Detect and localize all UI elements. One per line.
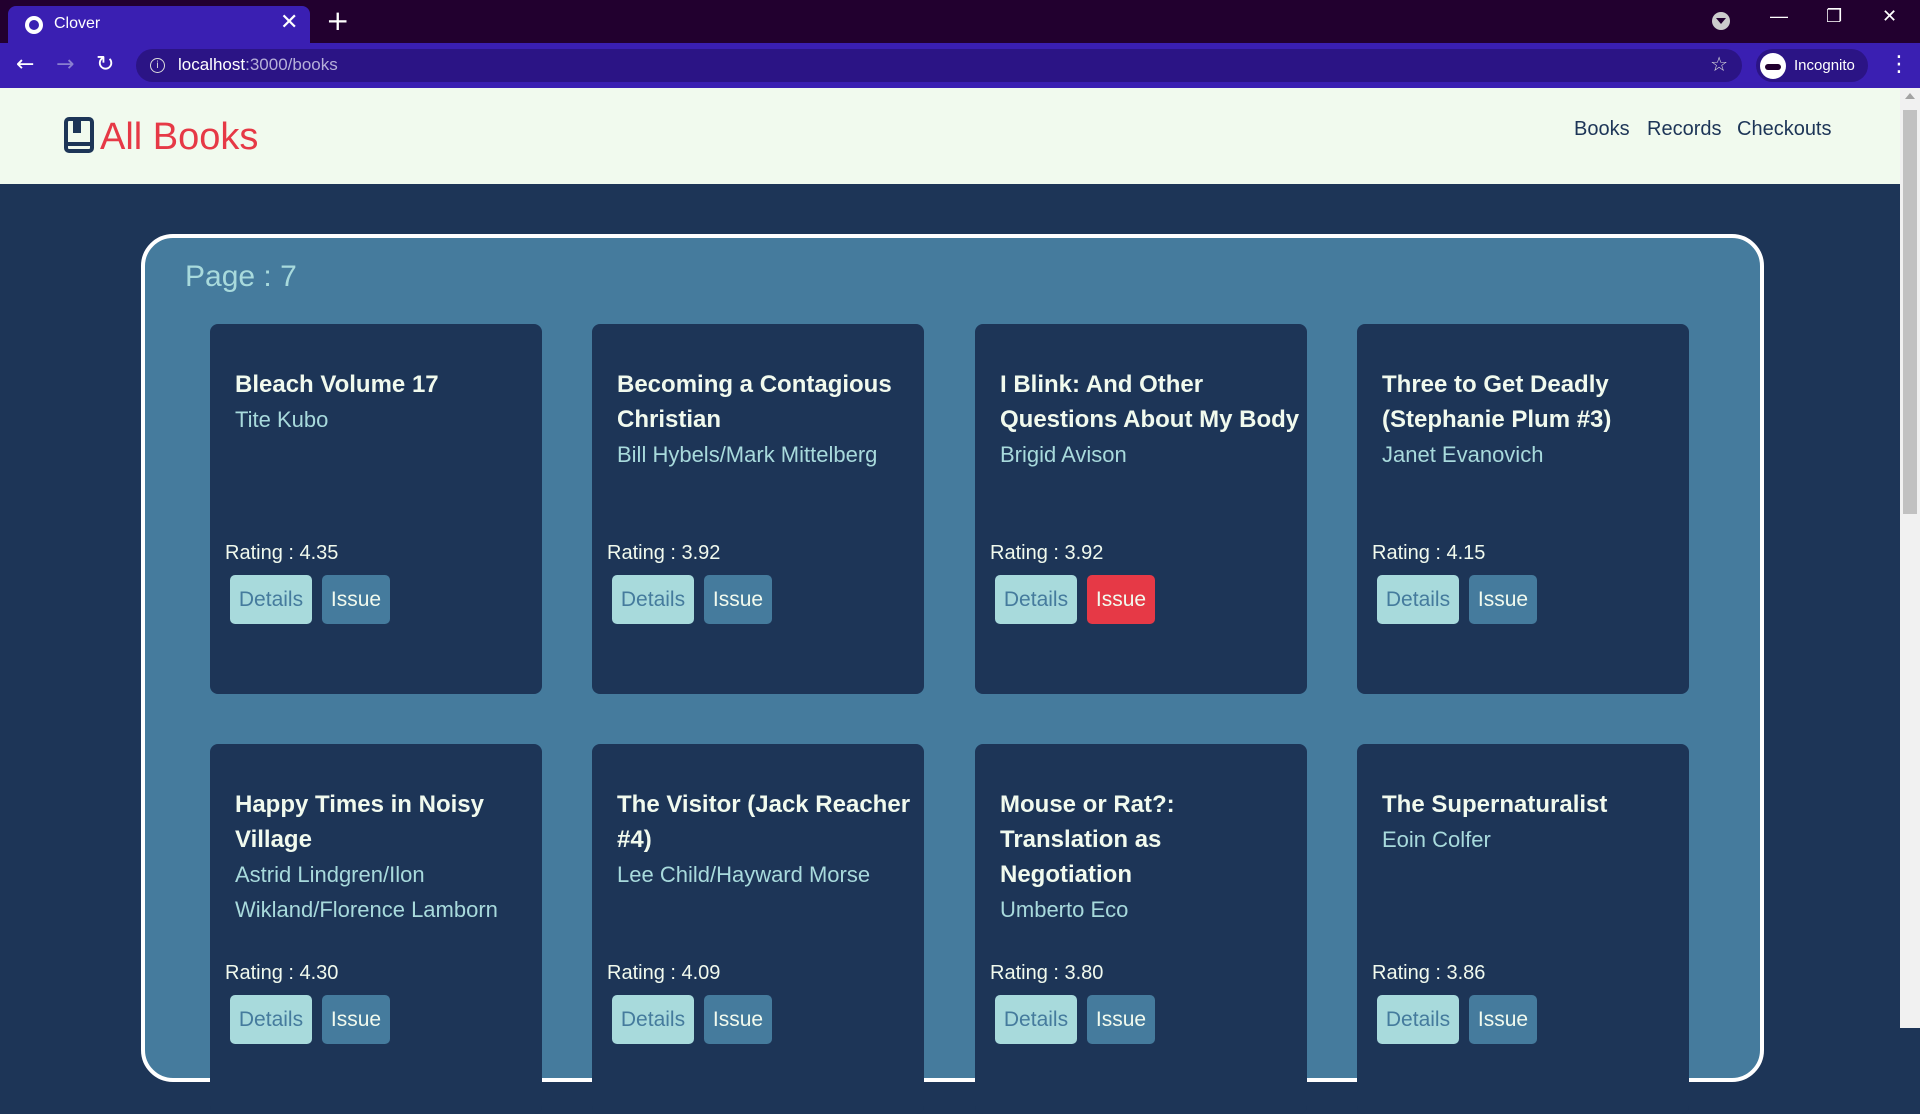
book-title: Mouse or Rat?: Translation as Negotiatio…	[1000, 791, 1175, 888]
book-title: Bleach Volume 17	[235, 371, 439, 398]
book-author: Janet Evanovich	[1382, 442, 1544, 467]
page-scrollbar[interactable]	[1900, 88, 1920, 1028]
book-rating: Rating : 3.92	[990, 542, 1104, 564]
book-title: The Visitor (Jack Reacher #4)	[617, 791, 911, 853]
globe-icon	[25, 16, 43, 34]
nav-link-records[interactable]: Records	[1647, 118, 1721, 141]
issue-button[interactable]: Issue	[1469, 575, 1537, 624]
issue-button[interactable]: Issue	[704, 995, 772, 1044]
book-author: Eoin Colfer	[1382, 827, 1491, 852]
book-rating: Rating : 4.09	[607, 962, 721, 984]
site-header: All Books Books Records Checkouts	[0, 88, 1900, 184]
details-button[interactable]: Details	[230, 995, 312, 1044]
book-rating: Rating : 3.80	[990, 962, 1104, 984]
issue-button[interactable]: Issue	[1469, 995, 1537, 1044]
issue-button[interactable]: Issue	[322, 575, 390, 624]
minimize-icon[interactable]: —	[1770, 6, 1788, 27]
book-rating: Rating : 4.35	[225, 542, 339, 564]
book-rating: Rating : 4.15	[1372, 542, 1486, 564]
tab-title: Clover	[54, 15, 101, 32]
book-author: Tite Kubo	[235, 407, 329, 432]
book-card: Happy Times in Noisy Village Astrid Lindg…	[210, 744, 542, 1114]
incognito-profile-button[interactable]: Incognito	[1756, 49, 1868, 82]
bookmark-star-icon[interactable]: ☆	[1710, 52, 1728, 76]
scrollbar-thumb[interactable]	[1903, 110, 1917, 514]
nav-link-books[interactable]: Books	[1574, 118, 1630, 141]
issue-button[interactable]: Issue	[1087, 575, 1155, 624]
details-button[interactable]: Details	[995, 995, 1077, 1044]
book-title: I Blink: And Other Questions About My Bo…	[1000, 371, 1300, 433]
book-rating: Rating : 4.30	[225, 962, 339, 984]
book-author: Bill Hybels/Mark Mittelberg	[617, 442, 878, 467]
book-card: Three to Get Deadly (Stephanie Plum #3) J…	[1357, 324, 1689, 694]
book-card: Mouse or Rat?: Translation as Negotiatio…	[975, 744, 1307, 1114]
book-card: The Supernaturalist Eoin Colfer Rating : …	[1357, 744, 1689, 1114]
book-rating: Rating : 3.92	[607, 542, 721, 564]
details-button[interactable]: Details	[612, 995, 694, 1044]
book-card: Bleach Volume 17 Tite Kubo Rating : 4.35 …	[210, 324, 542, 694]
tab-search-icon[interactable]	[1712, 12, 1730, 30]
book-title: Happy Times in Noisy Village	[235, 791, 484, 853]
book-card: Becoming a Contagious Christian Bill Hybe…	[592, 324, 924, 694]
reload-icon[interactable]: ↻	[96, 51, 114, 79]
browser-tab[interactable]: Clover ✕	[8, 6, 310, 43]
book-author: Lee Child/Hayward Morse	[617, 862, 871, 887]
details-button[interactable]: Details	[995, 575, 1077, 624]
details-button[interactable]: Details	[1377, 995, 1459, 1044]
details-button[interactable]: Details	[1377, 575, 1459, 624]
book-card: The Visitor (Jack Reacher #4) Lee Child/H…	[592, 744, 924, 1114]
book-author: Umberto Eco	[1000, 897, 1129, 922]
details-button[interactable]: Details	[230, 575, 312, 624]
scroll-up-icon[interactable]	[1905, 93, 1915, 99]
back-icon[interactable]: ←	[16, 51, 34, 79]
window-close-icon[interactable]: ✕	[1882, 6, 1897, 27]
address-bar[interactable]: i localhost:3000/books ☆	[136, 49, 1742, 82]
browser-toolbar: ← → ↻ i localhost:3000/books ☆ Incognito…	[0, 43, 1920, 88]
details-button[interactable]: Details	[612, 575, 694, 624]
book-title: Three to Get Deadly (Stephanie Plum #3)	[1382, 371, 1612, 433]
issue-button[interactable]: Issue	[322, 995, 390, 1044]
book-title: The Supernaturalist	[1382, 791, 1608, 818]
restore-icon[interactable]: ❐	[1826, 6, 1842, 27]
book-title: Becoming a Contagious Christian	[617, 371, 892, 433]
new-tab-icon[interactable]: +	[326, 4, 349, 38]
forward-icon[interactable]: →	[56, 51, 74, 79]
profile-label: Incognito	[1794, 57, 1855, 74]
book-rating: Rating : 3.86	[1372, 962, 1486, 984]
book-author: Astrid Lindgren/Ilon Wikland/Florence La…	[235, 862, 498, 922]
browser-tab-bar: Clover ✕ + — ❐ ✕	[0, 0, 1920, 43]
info-icon[interactable]: i	[150, 58, 165, 73]
issue-button[interactable]: Issue	[704, 575, 772, 624]
url-text: localhost:3000/books	[178, 55, 338, 74]
page-number-label: Page : 7	[185, 260, 297, 293]
book-author: Brigid Avison	[1000, 442, 1127, 467]
nav-link-checkouts[interactable]: Checkouts	[1737, 118, 1832, 141]
book-icon	[64, 117, 94, 153]
issue-button[interactable]: Issue	[1087, 995, 1155, 1044]
page-title: All Books	[100, 116, 259, 158]
incognito-icon	[1760, 53, 1786, 79]
browser-menu-icon[interactable]: ⋮	[1888, 51, 1910, 79]
book-card: I Blink: And Other Questions About My Bo…	[975, 324, 1307, 694]
tab-close-icon[interactable]: ✕	[280, 10, 298, 36]
